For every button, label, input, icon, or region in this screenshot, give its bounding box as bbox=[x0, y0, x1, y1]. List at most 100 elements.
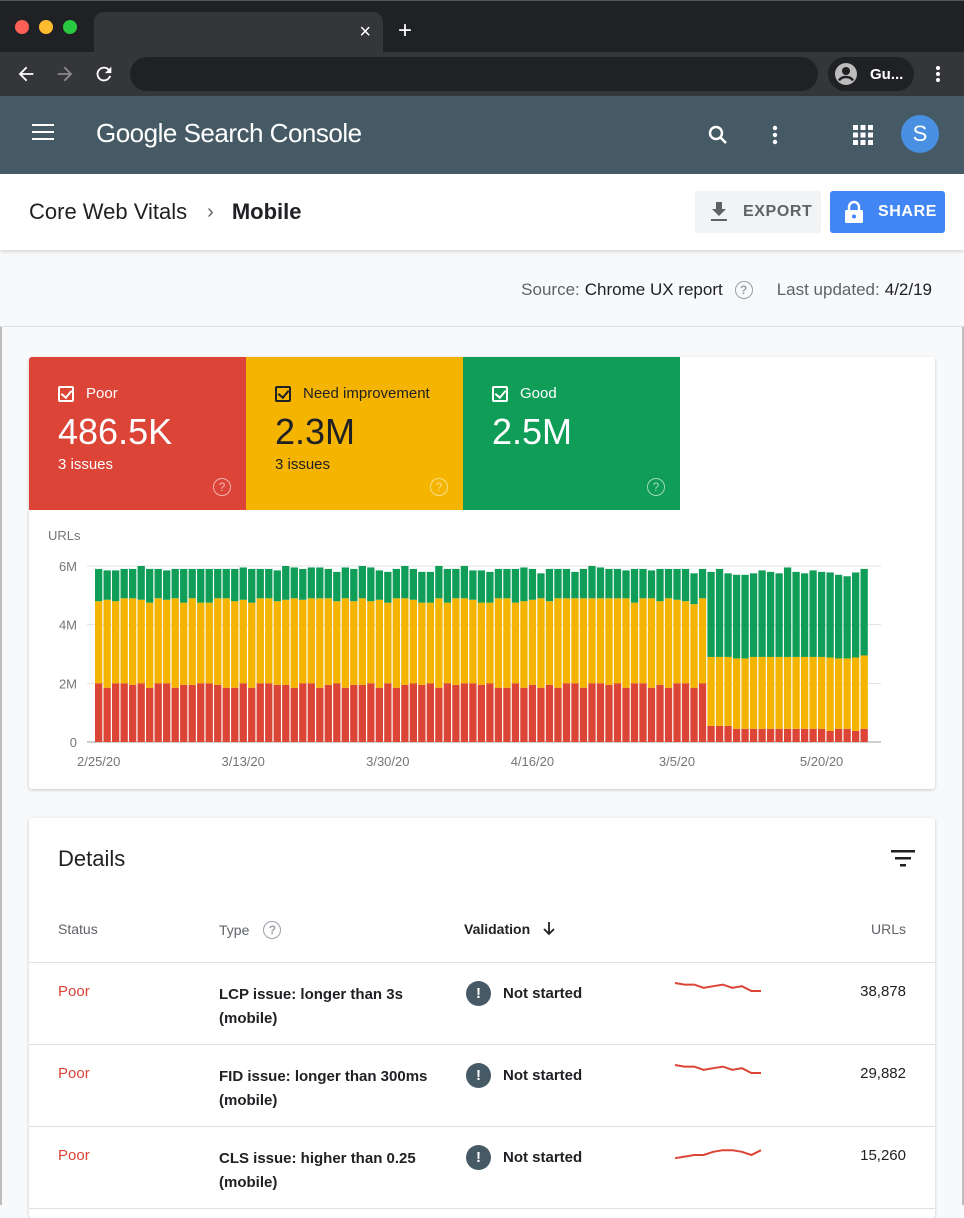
bar-segment-good[interactable] bbox=[256, 568, 264, 599]
bar-segment-need-improvement[interactable] bbox=[324, 598, 332, 685]
bar-segment-poor[interactable] bbox=[579, 687, 588, 742]
tile-poor[interactable]: Poor 486.5K 3 issues ? bbox=[29, 357, 246, 510]
bar-segment-good[interactable] bbox=[571, 571, 579, 599]
bar-segment-poor[interactable] bbox=[792, 728, 800, 742]
profile-button[interactable]: Gu... bbox=[828, 57, 914, 91]
bar-segment-poor[interactable] bbox=[137, 683, 145, 742]
bar-segment-poor[interactable] bbox=[783, 728, 792, 742]
bar-segment-poor[interactable] bbox=[273, 684, 281, 742]
bar-segment-need-improvement[interactable] bbox=[851, 657, 860, 731]
bar-segment-good[interactable] bbox=[843, 576, 851, 659]
bar-segment-poor[interactable] bbox=[596, 683, 605, 742]
bar-segment-need-improvement[interactable] bbox=[775, 656, 783, 729]
bar-segment-need-improvement[interactable] bbox=[375, 599, 383, 688]
bar-segment-need-improvement[interactable] bbox=[443, 602, 452, 684]
forward-arrow-icon[interactable] bbox=[52, 61, 78, 87]
bar-segment-good[interactable] bbox=[469, 570, 477, 600]
bar-segment-need-improvement[interactable] bbox=[486, 602, 494, 684]
bar-segment-need-improvement[interactable] bbox=[188, 598, 196, 685]
bar-segment-need-improvement[interactable] bbox=[503, 598, 511, 688]
column-header-type[interactable]: Type ? bbox=[219, 921, 282, 939]
bar-segment-good[interactable] bbox=[715, 568, 724, 657]
bar-segment-poor[interactable] bbox=[732, 728, 741, 742]
bar-segment-poor[interactable] bbox=[469, 683, 477, 742]
bar-segment-poor[interactable] bbox=[290, 687, 298, 742]
bar-segment-poor[interactable] bbox=[664, 687, 673, 742]
window-minimize-button[interactable] bbox=[39, 20, 53, 34]
bar-segment-good[interactable] bbox=[137, 566, 145, 600]
window-close-button[interactable] bbox=[15, 20, 29, 34]
bar-segment-poor[interactable] bbox=[571, 683, 579, 742]
bar-segment-poor[interactable] bbox=[103, 687, 111, 742]
bar-segment-need-improvement[interactable] bbox=[724, 656, 732, 726]
bar-segment-poor[interactable] bbox=[834, 728, 843, 742]
bar-segment-poor[interactable] bbox=[622, 687, 630, 742]
bar-segment-poor[interactable] bbox=[443, 683, 452, 742]
bar-segment-poor[interactable] bbox=[248, 687, 256, 742]
bar-segment-poor[interactable] bbox=[171, 687, 179, 742]
bar-segment-good[interactable] bbox=[613, 568, 622, 599]
bar-segment-poor[interactable] bbox=[749, 728, 758, 742]
table-row[interactable]: Poor CLS issue: higher than 0.25 (mobile)… bbox=[29, 1127, 935, 1209]
table-row[interactable]: Poor FID issue: longer than 300ms (mobile… bbox=[29, 1045, 935, 1127]
bar-segment-poor[interactable] bbox=[307, 683, 315, 742]
bar-segment-need-improvement[interactable] bbox=[477, 602, 486, 685]
bar-segment-need-improvement[interactable] bbox=[681, 601, 690, 684]
bar-segment-good[interactable] bbox=[605, 568, 613, 599]
bar-segment-good[interactable] bbox=[809, 570, 817, 657]
more-vert-icon[interactable] bbox=[760, 120, 790, 150]
bar-segment-need-improvement[interactable] bbox=[120, 598, 128, 684]
bar-segment-need-improvement[interactable] bbox=[171, 598, 179, 688]
bar-segment-good[interactable] bbox=[188, 568, 196, 599]
bar-segment-need-improvement[interactable] bbox=[834, 658, 843, 729]
bar-segment-poor[interactable] bbox=[154, 683, 162, 742]
bar-segment-good[interactable] bbox=[511, 568, 520, 603]
bar-segment-good[interactable] bbox=[409, 568, 418, 600]
bar-segment-need-improvement[interactable] bbox=[817, 656, 826, 729]
bar-segment-poor[interactable] bbox=[545, 684, 554, 742]
help-icon[interactable]: ? bbox=[647, 478, 665, 496]
address-bar[interactable] bbox=[130, 57, 818, 91]
bar-segment-good[interactable] bbox=[477, 570, 486, 603]
bar-segment-poor[interactable] bbox=[231, 687, 239, 742]
bar-segment-need-improvement[interactable] bbox=[452, 598, 460, 685]
bar-segment-good[interactable] bbox=[205, 568, 213, 603]
bar-segment-good[interactable] bbox=[817, 571, 826, 657]
bar-segment-good[interactable] bbox=[494, 568, 503, 599]
bar-segment-good[interactable] bbox=[800, 573, 809, 657]
checkbox-checked-icon[interactable] bbox=[58, 385, 74, 402]
bar-segment-poor[interactable] bbox=[494, 687, 503, 742]
bar-segment-need-improvement[interactable] bbox=[265, 598, 273, 684]
bar-segment-need-improvement[interactable] bbox=[222, 598, 230, 688]
bar-segment-need-improvement[interactable] bbox=[520, 601, 528, 688]
share-button[interactable]: SHARE bbox=[830, 191, 945, 233]
bar-segment-good[interactable] bbox=[545, 568, 554, 602]
apps-grid-icon[interactable] bbox=[848, 120, 878, 150]
bar-segment-good[interactable] bbox=[724, 573, 732, 657]
bar-segment-good[interactable] bbox=[129, 568, 137, 599]
bar-segment-need-improvement[interactable] bbox=[205, 602, 213, 684]
bar-segment-poor[interactable] bbox=[256, 683, 264, 742]
bar-segment-good[interactable] bbox=[358, 566, 366, 599]
bar-segment-good[interactable] bbox=[579, 568, 588, 599]
bar-segment-good[interactable] bbox=[622, 570, 630, 599]
bar-segment-poor[interactable] bbox=[197, 683, 205, 742]
bar-segment-poor[interactable] bbox=[324, 684, 332, 742]
bar-segment-poor[interactable] bbox=[384, 683, 392, 742]
bar-segment-need-improvement[interactable] bbox=[214, 598, 222, 685]
bar-segment-good[interactable] bbox=[231, 568, 239, 602]
bar-segment-good[interactable] bbox=[120, 568, 128, 599]
bar-segment-need-improvement[interactable] bbox=[341, 598, 349, 688]
bar-segment-good[interactable] bbox=[290, 567, 298, 599]
tile-need-improvement[interactable]: Need improvement 2.3M 3 issues ? bbox=[246, 357, 463, 510]
bar-segment-good[interactable] bbox=[163, 570, 171, 600]
bar-segment-good[interactable] bbox=[460, 566, 469, 599]
bar-segment-good[interactable] bbox=[324, 568, 332, 599]
bar-segment-need-improvement[interactable] bbox=[528, 599, 537, 685]
bar-segment-need-improvement[interactable] bbox=[163, 599, 171, 684]
bar-segment-poor[interactable] bbox=[673, 683, 681, 742]
bar-segment-good[interactable] bbox=[418, 571, 426, 603]
bar-segment-need-improvement[interactable] bbox=[596, 598, 605, 684]
bar-segment-poor[interactable] bbox=[605, 684, 613, 742]
export-button[interactable]: EXPORT bbox=[695, 191, 821, 233]
